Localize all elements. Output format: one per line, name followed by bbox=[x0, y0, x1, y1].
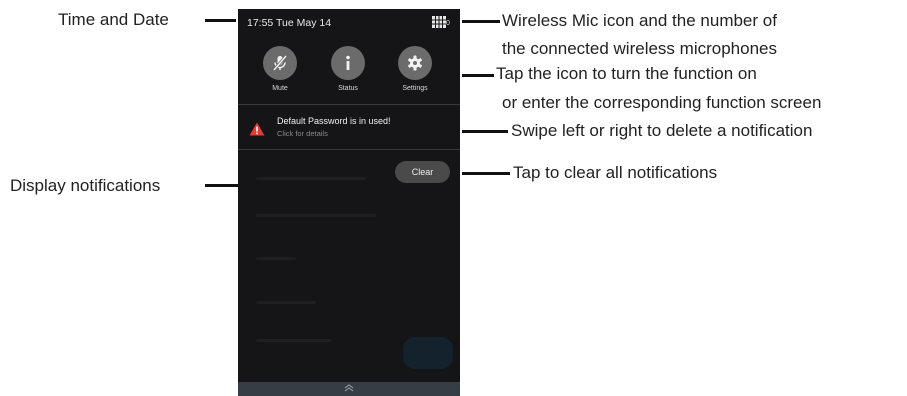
clear-button[interactable]: Clear bbox=[395, 161, 450, 183]
callout-tap-icon-line bbox=[462, 74, 494, 77]
background-content-line bbox=[256, 177, 366, 180]
callout-tap-icon-line2: or enter the corresponding function scre… bbox=[502, 93, 822, 112]
notification-item[interactable]: Default Password is in used! Click for d… bbox=[238, 108, 460, 152]
background-content-line bbox=[256, 339, 331, 342]
qs-label-status: Status bbox=[338, 85, 358, 92]
background-content-line bbox=[256, 257, 296, 260]
notification-subtitle: Click for details bbox=[277, 129, 328, 138]
divider-bottom bbox=[238, 149, 460, 150]
info-icon bbox=[331, 46, 365, 80]
shade-collapse-handle[interactable] bbox=[238, 382, 460, 396]
qs-tile-mute[interactable]: Mute bbox=[260, 46, 300, 92]
callout-swipe-line bbox=[462, 130, 508, 133]
callout-display-notifications: Display notifications bbox=[10, 176, 161, 195]
qs-label-settings: Settings bbox=[402, 85, 428, 92]
background-content-blob bbox=[403, 337, 453, 369]
wireless-mic-count: 0 bbox=[446, 20, 450, 27]
callout-wireless-mic-line1: Wireless Mic icon and the number of bbox=[502, 11, 777, 30]
callout-wireless-mic-line bbox=[462, 20, 500, 23]
qs-tile-status[interactable]: Status bbox=[328, 46, 368, 92]
callout-wireless-mic-line2: the connected wireless microphones bbox=[502, 39, 777, 58]
qs-tile-settings[interactable]: Settings bbox=[395, 46, 435, 92]
wireless-mic-icon bbox=[432, 15, 446, 28]
warning-icon bbox=[249, 122, 265, 136]
callout-time-date-line bbox=[205, 19, 236, 22]
double-chevron-up-icon bbox=[343, 380, 355, 396]
callout-time-date: Time and Date bbox=[58, 10, 169, 29]
qs-label-mute: Mute bbox=[272, 85, 288, 92]
callout-clear-line bbox=[462, 172, 510, 175]
callout-tap-icon-line1: Tap the icon to turn the function on bbox=[496, 64, 757, 83]
mic-muted-icon bbox=[263, 46, 297, 80]
notification-shade: 17:55 Tue May 14 0 Mute Status Settings … bbox=[238, 9, 460, 396]
gear-icon bbox=[398, 46, 432, 80]
callout-swipe: Swipe left or right to delete a notifica… bbox=[511, 121, 813, 140]
background-content-line bbox=[256, 301, 316, 304]
background-content-line bbox=[256, 214, 376, 217]
status-time-date: 17:55 Tue May 14 bbox=[247, 17, 332, 29]
status-bar: 17:55 Tue May 14 0 bbox=[238, 9, 460, 37]
callout-display-notifications-line bbox=[205, 184, 238, 187]
notification-title: Default Password is in used! bbox=[277, 116, 391, 126]
divider-top bbox=[238, 104, 460, 105]
callout-clear: Tap to clear all notifications bbox=[513, 163, 718, 182]
